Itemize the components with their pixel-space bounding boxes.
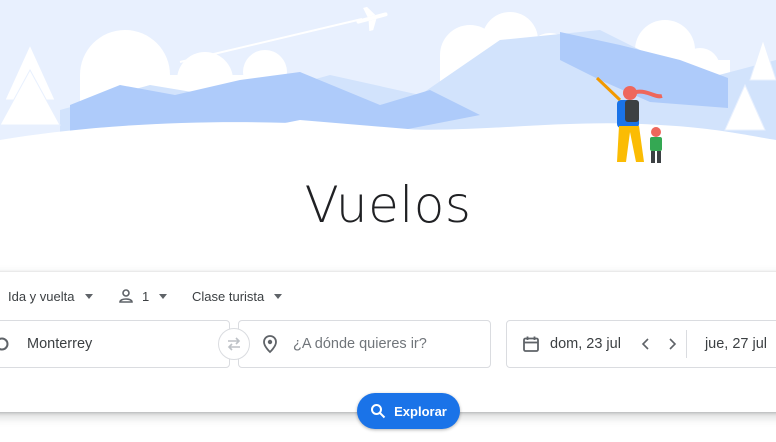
dropdown-caret-icon bbox=[274, 293, 283, 299]
dropdown-caret-icon bbox=[84, 293, 93, 299]
calendar-icon bbox=[522, 335, 540, 353]
dropdown-caret-icon bbox=[159, 293, 168, 299]
trip-type-select[interactable]: Ida y vuelta bbox=[8, 283, 93, 309]
destination-placeholder: ¿A dónde quieres ir? bbox=[293, 336, 427, 352]
location-pin-icon bbox=[261, 334, 279, 354]
search-icon bbox=[370, 403, 386, 419]
explore-button[interactable]: Explorar bbox=[357, 393, 460, 429]
person-icon bbox=[118, 288, 134, 304]
cabin-class-label: Clase turista bbox=[192, 288, 265, 304]
passengers-select[interactable]: 1 bbox=[118, 283, 168, 309]
departure-date[interactable]: dom, 23 jul bbox=[550, 336, 621, 352]
origin-field[interactable]: Monterrey bbox=[0, 320, 230, 368]
trip-type-label: Ida y vuelta bbox=[8, 288, 75, 304]
destination-field[interactable]: ¿A dónde quieres ir? bbox=[238, 320, 491, 368]
chevron-right-icon[interactable] bbox=[665, 337, 679, 351]
swap-button[interactable] bbox=[218, 328, 250, 360]
explore-label: Explorar bbox=[394, 403, 447, 419]
origin-circle-icon bbox=[0, 335, 11, 353]
return-date[interactable]: jue, 27 jul bbox=[705, 336, 767, 352]
date-divider bbox=[686, 330, 687, 358]
page-title: Vuelos bbox=[304, 176, 472, 234]
chevron-left-icon[interactable] bbox=[639, 337, 653, 351]
passengers-count: 1 bbox=[142, 288, 150, 304]
origin-value: Monterrey bbox=[27, 336, 93, 352]
dates-field[interactable]: dom, 23 jul jue, 27 jul bbox=[506, 320, 776, 368]
cabin-class-select[interactable]: Clase turista bbox=[192, 283, 283, 309]
swap-icon bbox=[225, 335, 243, 353]
hero-illustration bbox=[0, 0, 776, 190]
